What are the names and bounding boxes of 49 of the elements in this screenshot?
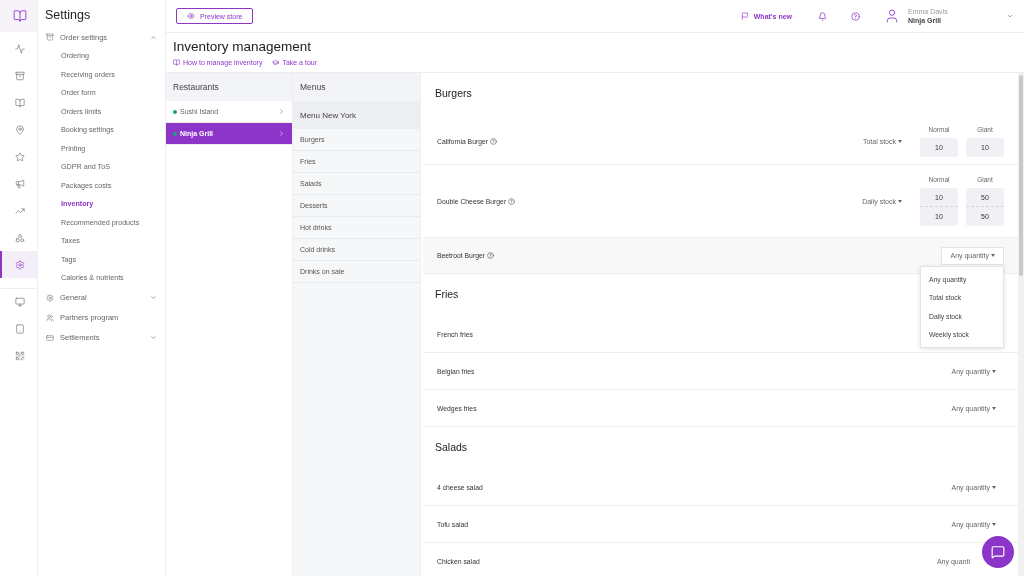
book-icon <box>173 59 180 66</box>
flag-icon <box>740 12 749 20</box>
chevron-icon <box>278 108 285 115</box>
box-icon <box>46 33 54 41</box>
chevron-icon <box>278 130 285 137</box>
caret-icon <box>992 485 996 489</box>
caret-icon <box>898 139 902 143</box>
users-icon <box>46 313 54 322</box>
scrollbar[interactable] <box>1018 73 1024 576</box>
caret-icon <box>992 406 996 410</box>
megaphone-icon[interactable] <box>14 178 25 189</box>
user-icon[interactable] <box>884 8 900 24</box>
caret-icon <box>991 254 995 257</box>
card-icon <box>46 333 54 342</box>
chevron-icon[interactable] <box>1006 12 1014 20</box>
shapes-icon[interactable] <box>14 232 25 243</box>
trend-chart-icon[interactable] <box>14 205 25 216</box>
monitor-icon[interactable] <box>14 297 25 307</box>
help-icon[interactable] <box>487 252 494 259</box>
page-title: Inventory management <box>173 39 313 54</box>
help-icon[interactable] <box>851 11 860 21</box>
logo-icon[interactable] <box>12 9 27 23</box>
eye-icon <box>187 12 195 20</box>
section-title: Fries <box>435 288 459 300</box>
graduation-cap-icon <box>272 59 280 66</box>
settings-icon[interactable] <box>14 259 25 270</box>
help-icon[interactable] <box>490 137 497 145</box>
qr-code-icon[interactable] <box>14 350 25 361</box>
caret-icon <box>898 199 902 203</box>
sidebar-title: Settings <box>44 8 92 24</box>
map-pin-icon[interactable] <box>14 124 25 135</box>
caret-icon <box>992 522 996 526</box>
settings-icon <box>46 293 54 302</box>
column-header: Restaurants <box>166 73 292 101</box>
chat-icon <box>991 545 1005 559</box>
notifications-icon[interactable] <box>818 11 827 21</box>
section-title: Burgers <box>435 87 472 99</box>
section-title: Salads <box>435 441 468 453</box>
chevron-icon <box>150 294 157 301</box>
menu-name[interactable]: Menu New York <box>293 101 420 129</box>
book-icon[interactable] <box>14 97 25 108</box>
tablet-icon[interactable] <box>14 323 25 334</box>
activity-icon[interactable] <box>14 43 25 54</box>
caret-icon <box>992 369 996 373</box>
star-icon[interactable] <box>14 151 25 162</box>
box-icon[interactable] <box>14 70 25 81</box>
help-icon[interactable] <box>508 197 516 205</box>
chevron-icon <box>150 334 157 341</box>
chevron-icon <box>150 33 157 41</box>
